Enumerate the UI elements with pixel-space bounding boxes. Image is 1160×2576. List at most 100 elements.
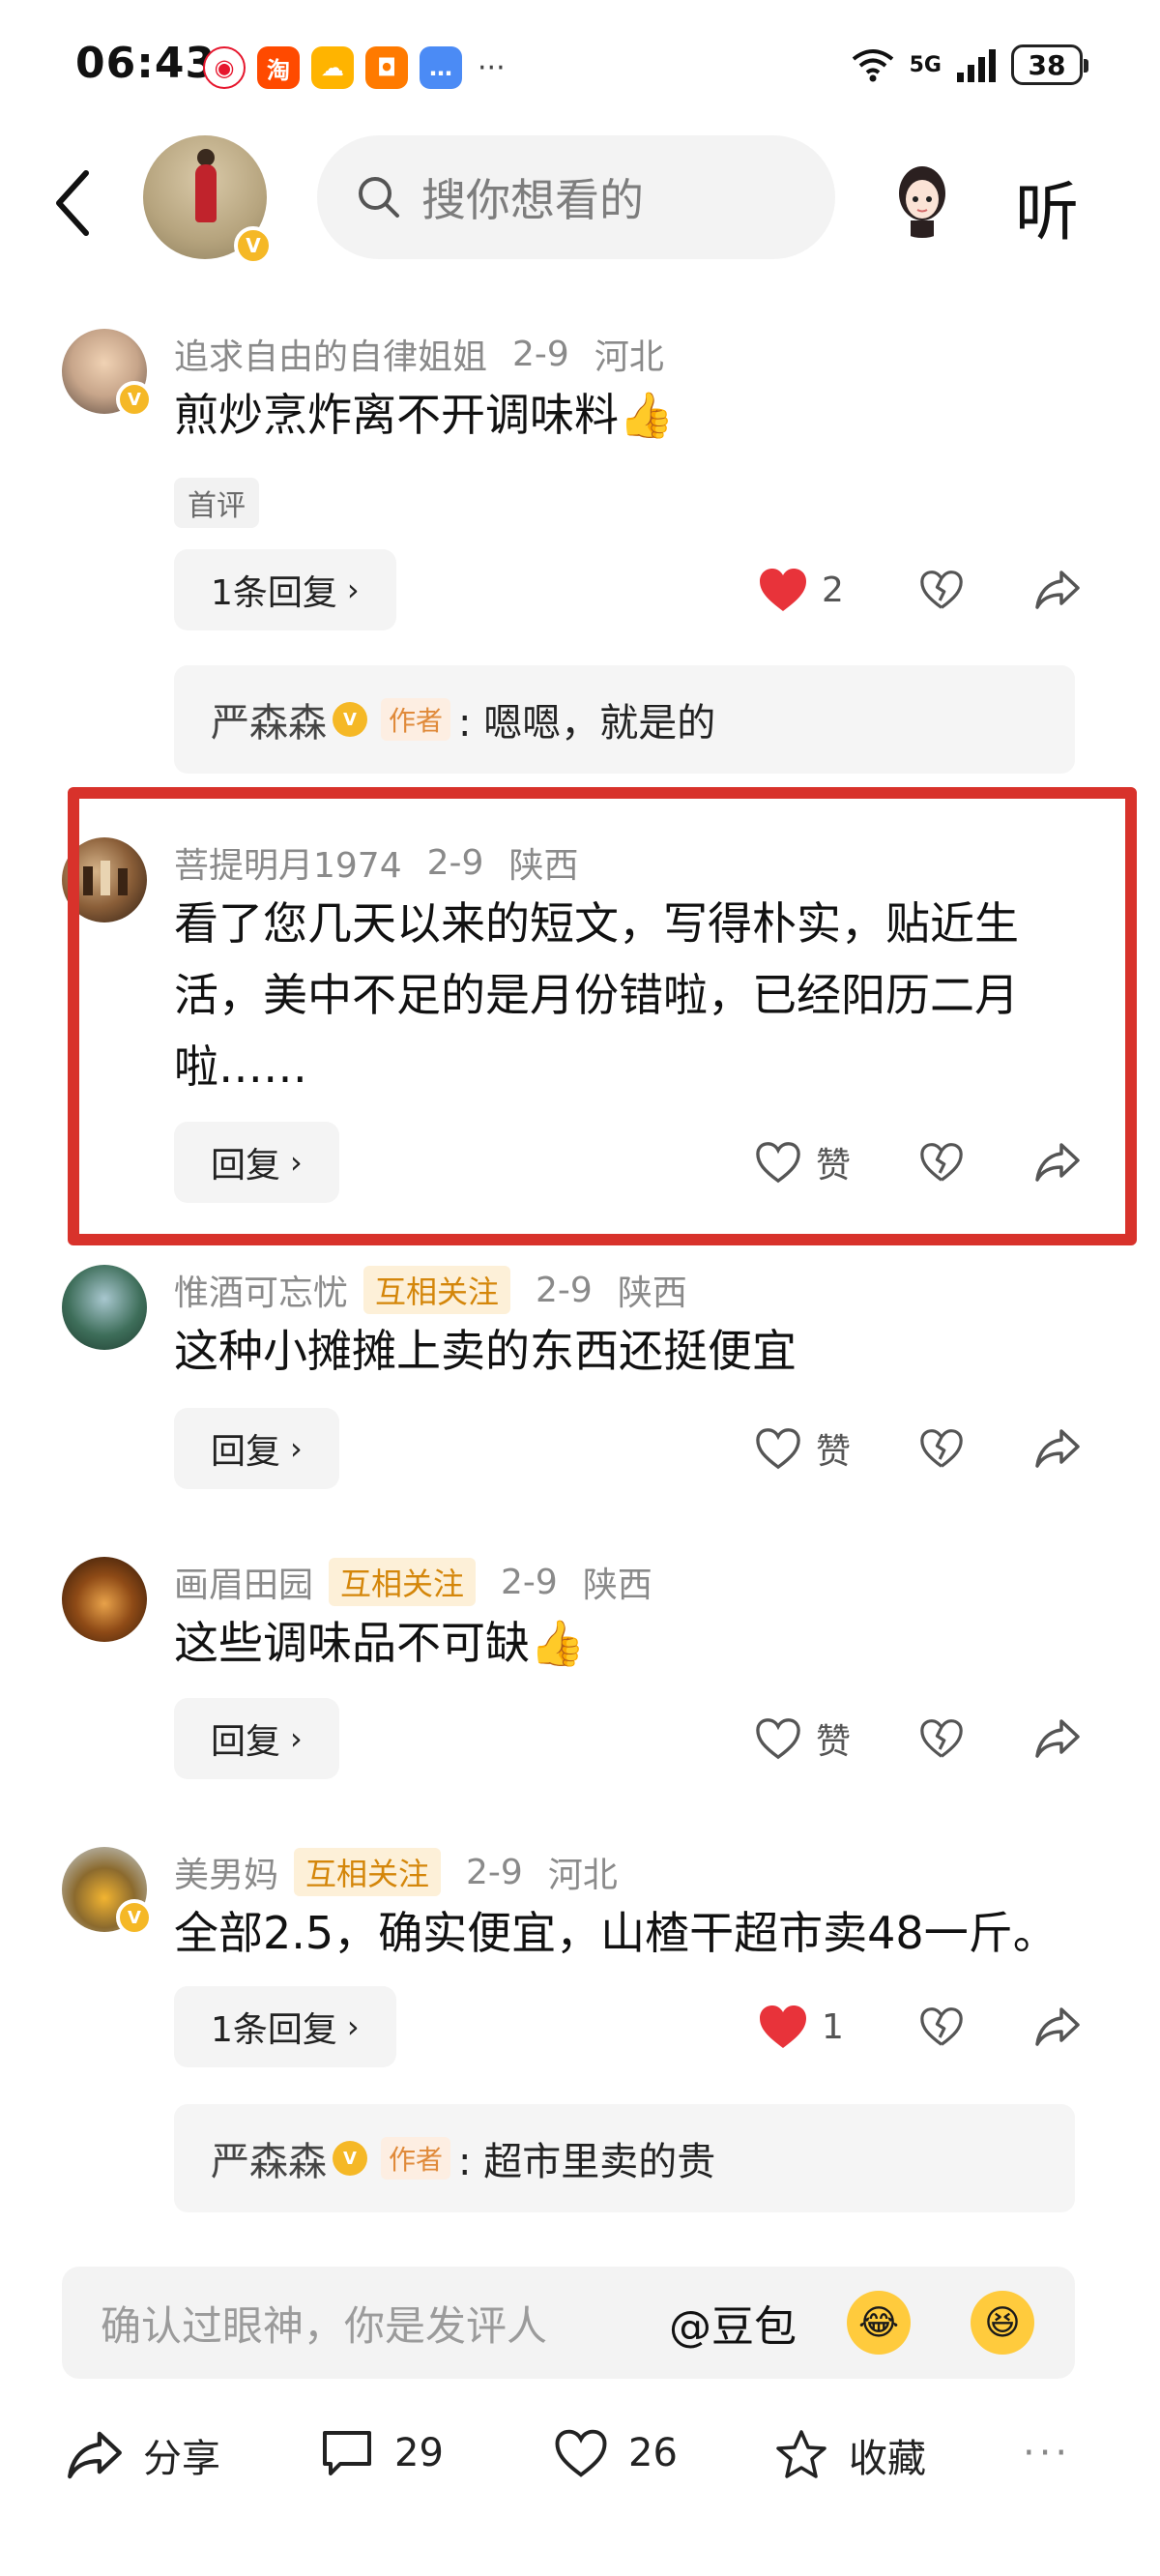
comment-date: 2-9 [466,1852,523,1892]
reply-button[interactable]: 回复 › [174,1698,339,1779]
comment-date: 2-9 [426,842,484,883]
like-article-button[interactable]: 26 [553,2427,678,2479]
comment-date: 2-9 [512,334,569,374]
like-button[interactable]: 2 [677,549,851,630]
comment-location: 陕西 [508,846,579,886]
comment-text: 全部2.5，确实便宜，山楂干超市卖48一斤。 [174,1907,1058,1959]
share-comment-button[interactable] [1034,1717,1081,1764]
search-input[interactable]: 搜你想看的 [317,135,835,259]
reply-button-label: 回复 [211,1146,281,1186]
comment-date: 2-9 [536,1270,593,1310]
like-button[interactable]: 赞 [677,1122,851,1203]
share-arrow-icon [1035,1719,1080,1758]
dislike-button[interactable] [918,2005,965,2052]
ai-assistant-avatar[interactable] [882,157,963,238]
like-count: 1 [822,2006,844,2047]
back-button[interactable] [39,164,106,242]
comment-avatar[interactable] [62,1265,147,1350]
status-bar: 06:43 ◉ 淘 ☁ ◘ … ··· 5G 38 [0,0,1160,135]
mention-doubao-button[interactable]: @豆包 [669,2292,797,2354]
chevron-right-icon: › [290,1720,303,1757]
favorite-button[interactable]: 收藏 [773,2427,926,2483]
author-tag: 作者 [381,2137,451,2180]
star-outline-icon [776,2430,826,2478]
dislike-button[interactable] [918,1141,965,1187]
chevron-left-icon [56,170,89,236]
like-button[interactable]: 赞 [677,1698,851,1779]
comment-username[interactable]: 美男妈 [174,1847,278,1897]
dislike-button[interactable] [918,569,965,615]
reply-button-label: 1条回复 [211,2010,337,2050]
chevron-right-icon: › [290,1430,303,1467]
mutual-follow-tag: 互相关注 [363,1266,511,1314]
heart-outline-icon [756,1718,800,1760]
share-button[interactable]: 分享 [66,2427,220,2483]
comment-username[interactable]: 追求自由的自律姐姐 [174,329,487,379]
chevron-right-icon: › [290,1144,303,1181]
like-label: 赞 [815,1146,851,1186]
comment-date: 2-9 [501,1562,558,1602]
share-comment-button[interactable] [1034,2005,1081,2052]
mutual-follow-tag: 互相关注 [294,1848,442,1896]
grinning-emoji-button[interactable]: 😆 [971,2291,1034,2355]
heart-outline-icon [756,1142,800,1184]
avatar-photo-figure [195,164,217,222]
dislike-button[interactable] [918,1717,965,1764]
heart-outline-icon [555,2429,607,2477]
view-replies-button[interactable]: 1条回复 › [174,1986,396,2067]
comment-avatar[interactable] [62,837,147,922]
view-replies-button[interactable]: 1条回复 › [174,549,396,630]
laughing-tears-emoji-button[interactable]: 😂 [847,2291,911,2355]
wifi-icon [852,49,893,82]
like-button[interactable]: 赞 [677,1408,851,1489]
author-reply-name: 严森森 [211,701,327,746]
share-arrow-icon [1035,1429,1080,1468]
reply-button[interactable]: 回复 › [174,1408,339,1489]
comment-username[interactable]: 菩提明月1974 [174,837,402,888]
mutual-follow-tag: 互相关注 [329,1558,477,1606]
like-label: 赞 [815,1722,851,1762]
share-comment-button[interactable] [1034,1141,1081,1187]
like-button[interactable]: 1 [677,1986,851,2067]
comment-avatar[interactable]: V [62,1847,153,1936]
comment-bubble-icon [323,2431,371,2475]
comment-input-placeholder: 确认过眼神，你是发评人 [101,2301,548,2350]
comment-avatar[interactable]: V [62,329,153,418]
comment-text: 这些调味品不可缺👍 [174,1617,586,1669]
share-arrow-icon [1035,2007,1080,2046]
listen-button[interactable]: 听 [1015,161,1079,253]
author-reply-preview[interactable]: 严森森 V 作者 : 嗯嗯，就是的 [174,665,1075,774]
like-label: 赞 [815,1432,851,1472]
author-avatar[interactable]: V [143,135,273,265]
verified-badge-icon: V [116,1899,153,1936]
share-arrow-icon [1035,1143,1080,1182]
comment-actions: 赞 [677,1408,1160,1489]
comment-username[interactable]: 画眉田园 [174,1557,313,1607]
comment-item: 菩提明月1974 2-9 陕西 看了您几天以来的短文，写得朴实，贴近生活，美中不… [0,837,1160,1215]
dislike-button[interactable] [918,1427,965,1474]
comment-meta: 追求自由的自律姐姐 2-9 河北 [174,329,664,379]
favorite-label: 收藏 [849,2437,926,2481]
message-app-icon: … [420,46,462,89]
comment-meta: 菩提明月1974 2-9 陕西 [174,837,578,888]
verified-badge-icon: V [116,381,153,418]
comment-item: V 追求自由的自律姐姐 2-9 河北 煎炒烹炸离不开调味料👍 首评 1条回复 ›… [0,329,1160,774]
chess-pieces-image [83,861,128,895]
comment-username[interactable]: 惟酒可忘忧 [174,1265,348,1315]
share-comment-button[interactable] [1034,569,1081,615]
comment-count: 29 [394,2431,444,2475]
more-options-button[interactable]: ··· [1023,2431,1071,2475]
article-like-count: 26 [628,2431,678,2475]
taobao-icon: 淘 [257,46,300,89]
comment-meta: 美男妈 互相关注 2-9 河北 [174,1847,618,1897]
comment-avatar[interactable] [62,1557,147,1642]
author-reply-preview[interactable]: 严森森 V 作者 : 超市里卖的贵 [174,2104,1075,2212]
more-notifications: ··· [478,50,506,85]
share-arrow-icon [1035,571,1080,609]
comments-button[interactable]: 29 [319,2427,444,2479]
reply-button[interactable]: 回复 › [174,1122,339,1203]
status-right: 5G 38 [850,44,1088,85]
share-comment-button[interactable] [1034,1427,1081,1474]
comment-input[interactable]: 确认过眼神，你是发评人 @豆包 😂 😆 [62,2267,1075,2379]
broken-heart-icon [920,1719,963,1758]
